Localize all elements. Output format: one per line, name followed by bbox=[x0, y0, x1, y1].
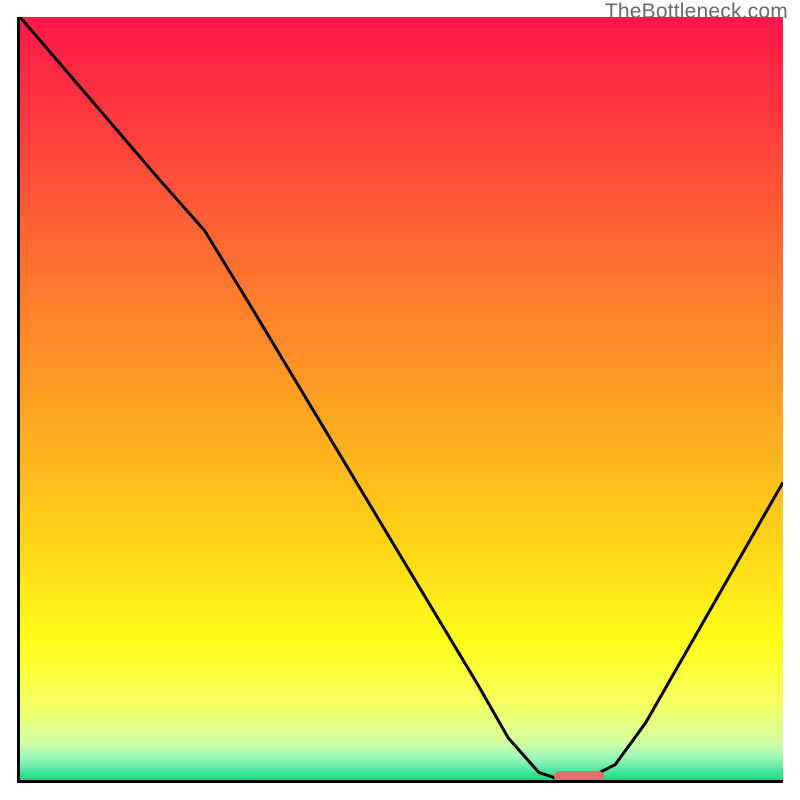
optimal-marker bbox=[554, 771, 604, 782]
chart-frame: TheBottleneck.com bbox=[0, 0, 800, 800]
bottleneck-curve bbox=[20, 17, 783, 780]
plot-area bbox=[17, 17, 783, 783]
curve-layer bbox=[20, 17, 783, 780]
